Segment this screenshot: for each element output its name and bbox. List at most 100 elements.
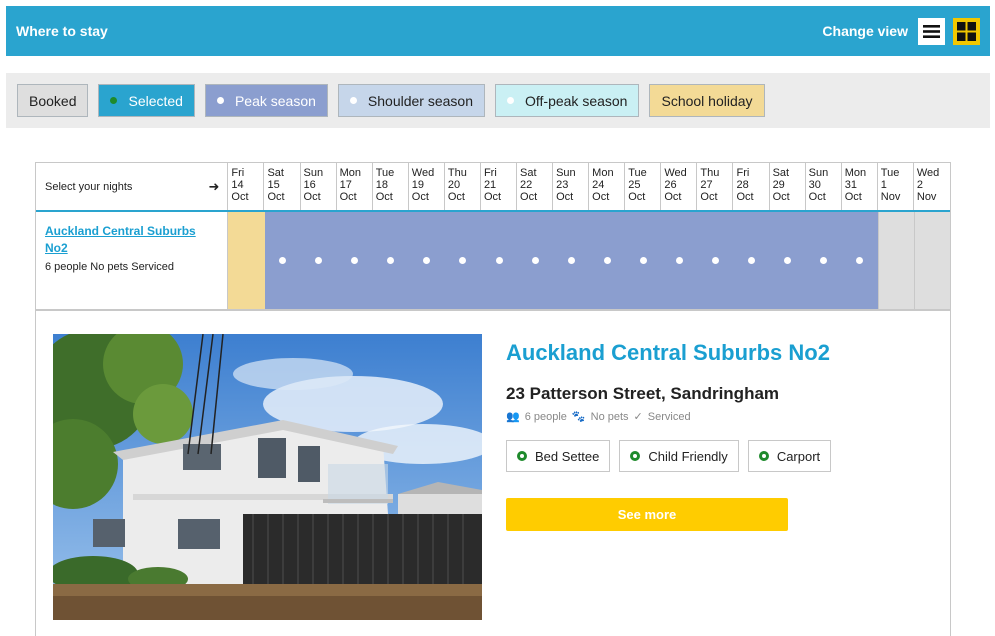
day-number: 26 [664, 179, 677, 191]
day-month: Oct [520, 191, 538, 203]
day-month: Oct [411, 191, 429, 203]
calendar-day-header[interactable]: Mon 24 Oct [589, 163, 626, 210]
availability-cell-booked [913, 212, 951, 309]
availability-cell-peak[interactable] [336, 212, 373, 309]
availability-cell-peak[interactable] [733, 212, 770, 309]
day-weekday: Thu [700, 167, 720, 179]
peak-dot-icon [675, 257, 683, 264]
grid-icon [957, 21, 976, 41]
availability-cell-peak[interactable] [625, 212, 662, 309]
calendar-day-header[interactable]: Sun 30 Oct [806, 163, 842, 210]
see-more-button[interactable]: See more [506, 498, 788, 531]
house-image [53, 334, 482, 620]
property-title[interactable]: Auckland Central Suburbs No2 [506, 340, 936, 366]
availability-cell-peak[interactable] [841, 212, 878, 309]
day-month: Oct [844, 191, 862, 203]
availability-cell-peak[interactable] [408, 212, 445, 309]
peak-dot-icon [603, 257, 611, 264]
feature-carport: Carport [747, 440, 832, 472]
availability-calendar: Select your nights ➜ Fri 14 Oct Sat 15 Oct Sun… [35, 162, 951, 311]
availability-cell-peak[interactable] [805, 212, 842, 309]
legend-peak-label: Peak season [234, 92, 316, 109]
legend-booked-label: Booked [29, 92, 77, 109]
calendar-day-header[interactable]: Fri 21 Oct [481, 163, 518, 210]
feature-label: Bed Settee [535, 448, 600, 464]
day-month: Oct [556, 191, 574, 203]
calendar-day-header[interactable]: Wed 19 Oct [409, 163, 445, 210]
broom-icon: ✓ [633, 411, 643, 423]
calendar-day-header[interactable]: Wed 2 Nov [914, 163, 950, 210]
feature-list: Bed Settee Child Friendly Carport [506, 440, 936, 472]
calendar-day-header[interactable]: Fri 14 Oct [228, 163, 265, 210]
day-weekday: Sat [772, 167, 790, 179]
availability-cell-peak[interactable] [769, 212, 806, 309]
feature-bed-settee: Bed Settee [506, 440, 611, 472]
day-number: 21 [483, 179, 497, 191]
calendar-day-header[interactable]: Sun 16 Oct [301, 163, 337, 210]
calendar-day-header[interactable]: Sat 15 Oct [264, 163, 301, 210]
availability-cell-peak[interactable] [372, 212, 409, 309]
day-weekday: Fri [483, 167, 497, 179]
feature-ring-icon [630, 451, 641, 461]
day-weekday: Mon [592, 167, 614, 179]
availability-cell-peak[interactable] [481, 212, 518, 309]
grid-view-button[interactable] [953, 17, 980, 45]
calendar-day-header[interactable]: Sat 29 Oct [770, 163, 806, 210]
calendar-day-header[interactable]: Sun 23 Oct [553, 163, 590, 210]
peak-dot-icon [216, 97, 224, 104]
feature-label: Carport [776, 448, 821, 464]
list-icon [923, 24, 940, 38]
legend-booked: Booked [17, 84, 89, 117]
property-name-link[interactable]: Auckland Central Suburbs No2 [45, 223, 218, 257]
calendar-day-header[interactable]: Fri 28 Oct [733, 163, 770, 210]
serviced-label: Serviced [647, 410, 691, 423]
peak-dot-icon [567, 257, 575, 264]
day-number: 16 [303, 179, 316, 191]
day-number: 2 [916, 179, 923, 191]
availability-cell-peak[interactable] [300, 212, 337, 309]
paw-icon: 🐾 [571, 411, 586, 423]
calendar-day-header[interactable]: Tue 1 Nov [878, 163, 914, 210]
property-photo [53, 334, 482, 620]
availability-cell-peak[interactable] [697, 212, 734, 309]
availability-cell-peak[interactable] [444, 212, 482, 309]
calendar-day-header[interactable]: Mon 17 Oct [337, 163, 373, 210]
day-weekday: Wed [411, 167, 435, 179]
property-address: 23 Patterson Street, Sandringham [506, 384, 780, 403]
day-month: Oct [303, 191, 321, 203]
availability-cell-peak[interactable] [264, 212, 301, 309]
calendar-day-header[interactable]: Tue 25 Oct [625, 163, 662, 210]
day-number: 23 [556, 179, 569, 191]
availability-cell-peak[interactable] [517, 212, 554, 309]
day-weekday: Sun [808, 167, 829, 179]
calendar-day-header[interactable]: Thu 20 Oct [445, 163, 481, 210]
day-month: Nov [916, 191, 937, 203]
calendar-day-header[interactable]: Thu 27 Oct [697, 163, 734, 210]
availability-cell-peak[interactable] [589, 212, 626, 309]
peak-dot-icon [495, 257, 503, 264]
legend-shoulder: Shoulder season [337, 84, 485, 117]
availability-legend: Booked Selected Peak season Shoulder sea… [6, 73, 990, 128]
day-number: 24 [592, 179, 605, 191]
availability-cell-peak[interactable] [553, 212, 590, 309]
day-month: Oct [447, 191, 465, 203]
calendar-day-header[interactable]: Sat 22 Oct [517, 163, 554, 210]
offpeak-dot-icon [507, 97, 514, 104]
legend-school-holiday: School holiday [649, 84, 765, 117]
day-weekday: Fri [231, 167, 245, 179]
peak-dot-icon [748, 257, 756, 264]
calendar-day-header[interactable]: Mon 31 Oct [842, 163, 878, 210]
availability-cell-peak[interactable] [661, 212, 698, 309]
calendar-day-header[interactable]: Tue 18 Oct [373, 163, 409, 210]
day-month: Oct [267, 191, 285, 203]
day-number: 28 [736, 179, 749, 191]
availability-cell-booked [877, 212, 914, 309]
feature-label: Child Friendly [648, 448, 728, 464]
day-month: Oct [628, 191, 646, 203]
day-number: 14 [231, 179, 244, 191]
calendar-day-header[interactable]: Wed 26 Oct [661, 163, 698, 210]
availability-cell-school[interactable] [228, 212, 265, 309]
list-view-button[interactable] [918, 17, 945, 45]
legend-peak: Peak season [204, 84, 328, 117]
peak-dot-icon [423, 257, 431, 264]
